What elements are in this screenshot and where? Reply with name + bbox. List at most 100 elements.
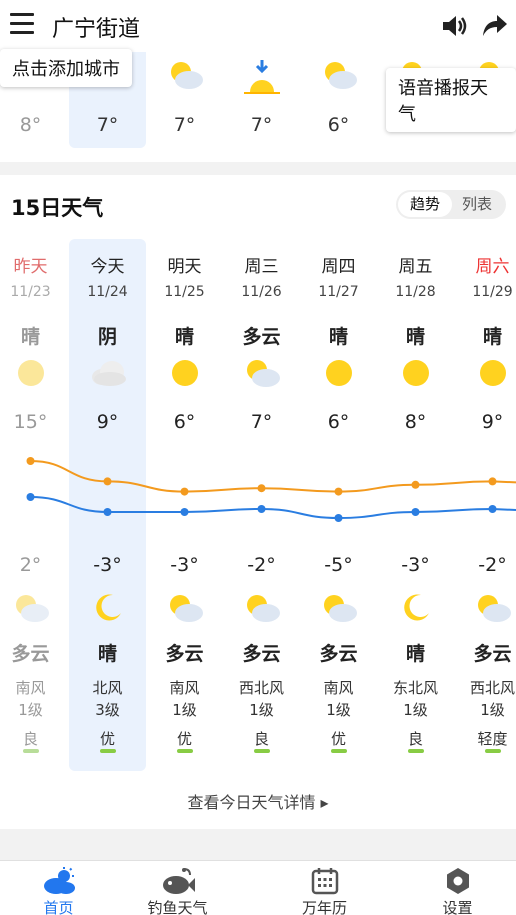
add-city-tooltip[interactable]: 点击添加城市 — [0, 49, 132, 87]
partly-cloudy-icon — [165, 591, 205, 629]
wind-direction: 西北风 — [238, 679, 284, 697]
wind-level: 1级 — [18, 701, 43, 719]
sunset-icon — [242, 58, 282, 100]
aqi-indicator — [484, 749, 501, 753]
day-name: 昨天 — [13, 257, 48, 277]
day-date: 11/29 — [472, 284, 513, 300]
low-temp: -3° — [401, 554, 430, 576]
settings-icon — [444, 867, 472, 899]
low-temp: 2° — [19, 554, 42, 576]
speaker-icon[interactable] — [440, 14, 468, 42]
trend-tab[interactable]: 趋势 — [398, 192, 452, 217]
wind-direction: 东北风 — [392, 679, 438, 697]
temp-series-line — [30, 496, 516, 520]
share-icon[interactable] — [482, 12, 508, 42]
aqi-indicator — [99, 749, 116, 753]
nav-label: 万年历 — [301, 899, 347, 915]
wind-level: 1级 — [172, 701, 197, 719]
night-condition: 晴 — [97, 643, 117, 665]
home-weather-icon — [42, 867, 76, 899]
wind-direction: 南风 — [169, 679, 200, 697]
high-temp: 6° — [327, 411, 350, 433]
temp-point — [257, 505, 266, 513]
hourly-temp: 8° — [19, 114, 42, 136]
partly-cloudy-icon — [165, 58, 205, 96]
night-condition: 多云 — [11, 643, 50, 665]
low-temp: -5° — [324, 554, 353, 576]
fish-icon — [160, 867, 196, 901]
wind-direction: 南风 — [15, 679, 46, 697]
nav-label: 钓鱼天气 — [147, 899, 208, 915]
air-quality: 优 — [330, 730, 346, 748]
high-temp: 9° — [96, 411, 119, 433]
day-condition: 晴 — [328, 326, 348, 348]
temp-point — [26, 493, 35, 501]
aqi-indicator — [253, 749, 270, 753]
high-temp: 7° — [250, 411, 273, 433]
aqi-indicator — [330, 749, 347, 753]
high-temp: 9° — [481, 411, 504, 433]
day-name: 明天 — [167, 257, 202, 277]
day-name: 周五 — [398, 257, 433, 277]
temp-point — [334, 487, 343, 496]
low-temp: -3° — [93, 554, 122, 576]
nav-calendar[interactable]: 万年历 — [260, 861, 389, 915]
day-condition: 晴 — [482, 326, 502, 348]
fifteen-day-card: 15日天气 趋势 列表 昨天 11/23 晴 15° 2° 多云 南风 1级 良… — [0, 175, 516, 829]
night-condition: 多云 — [165, 643, 204, 665]
nav-label: 设置 — [442, 899, 473, 915]
partly-cloudy-icon — [11, 591, 51, 629]
sun-icon — [15, 357, 47, 393]
wind-direction: 西北风 — [469, 679, 515, 697]
bottom-nav: 首页 钓鱼天气 万年历 设置 — [0, 860, 516, 915]
temp-point — [180, 487, 189, 496]
today-detail-link[interactable]: 查看今日天气详情 ▸ — [0, 789, 516, 813]
day-condition: 晴 — [405, 326, 425, 348]
hourly-item[interactable]: 7° — [223, 52, 300, 148]
air-quality: 轻度 — [477, 730, 508, 748]
city-title[interactable]: 广宁街道 — [52, 11, 140, 43]
aqi-indicator — [22, 749, 39, 753]
hourly-item[interactable]: 7° — [146, 52, 223, 148]
sun-icon — [323, 357, 355, 393]
calendar-icon — [311, 867, 339, 899]
voice-broadcast-tooltip[interactable]: 语音播报天气 — [386, 68, 516, 132]
wind-level: 1级 — [480, 701, 505, 719]
cloudy-icon — [88, 357, 128, 393]
day-date: 11/27 — [318, 284, 359, 300]
day-date: 11/25 — [164, 284, 205, 300]
high-temp: 6° — [173, 411, 196, 433]
wind-level: 1级 — [249, 701, 274, 719]
partly-cloudy-icon — [242, 591, 282, 629]
moon-icon — [91, 591, 125, 629]
nav-fishing[interactable]: 钓鱼天气 — [113, 861, 242, 915]
hourly-temp: 7° — [96, 114, 119, 136]
aqi-indicator — [407, 749, 424, 753]
temp-point — [334, 514, 343, 522]
hourly-temp: 7° — [250, 114, 273, 136]
temp-point — [103, 508, 112, 516]
nav-settings[interactable]: 设置 — [393, 861, 516, 915]
hourly-item[interactable]: 6° — [300, 52, 377, 148]
day-name: 周三 — [244, 257, 279, 277]
day-date: 11/24 — [87, 284, 128, 300]
night-condition: 多云 — [473, 643, 512, 665]
card-title: 15日天气 — [11, 196, 104, 220]
menu-icon[interactable] — [10, 13, 34, 35]
low-temp: -3° — [170, 554, 199, 576]
wind-level: 1级 — [403, 701, 428, 719]
high-temp: 15° — [13, 411, 48, 433]
nav-home[interactable]: 首页 — [0, 861, 123, 915]
wind-level: 1级 — [326, 701, 351, 719]
sun-icon — [400, 357, 432, 393]
list-tab[interactable]: 列表 — [450, 192, 504, 217]
view-toggle: 趋势 列表 — [396, 190, 506, 219]
air-quality: 优 — [99, 730, 115, 748]
sun-icon — [477, 357, 509, 393]
temp-point — [103, 477, 112, 486]
air-quality: 良 — [253, 730, 269, 748]
day-condition: 多云 — [242, 326, 281, 348]
wind-level: 3级 — [95, 701, 120, 719]
temp-point — [26, 457, 35, 465]
sun-icon — [169, 357, 201, 393]
